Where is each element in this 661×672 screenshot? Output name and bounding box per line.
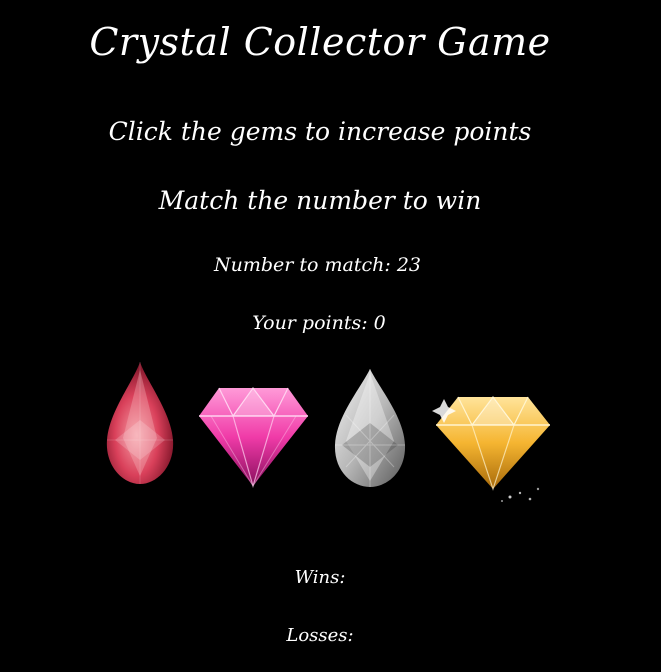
losses-label: Losses: [286,625,354,646]
wins-label: Wins: [294,567,346,588]
red-pear-gem-icon[interactable] [103,360,178,488]
yellow-round-gem-icon[interactable] [430,385,556,507]
white-pear-gem-icon[interactable] [332,367,408,489]
points-label: Your points: 0 [252,312,386,334]
instruction-match-number: Match the number to win [158,186,482,215]
instruction-increase-points: Click the gems to increase points [108,117,532,146]
pink-round-gem-icon[interactable] [197,382,310,489]
target-number-label: Number to match: 23 [214,254,421,276]
game-title: Crystal Collector Game [89,20,551,64]
